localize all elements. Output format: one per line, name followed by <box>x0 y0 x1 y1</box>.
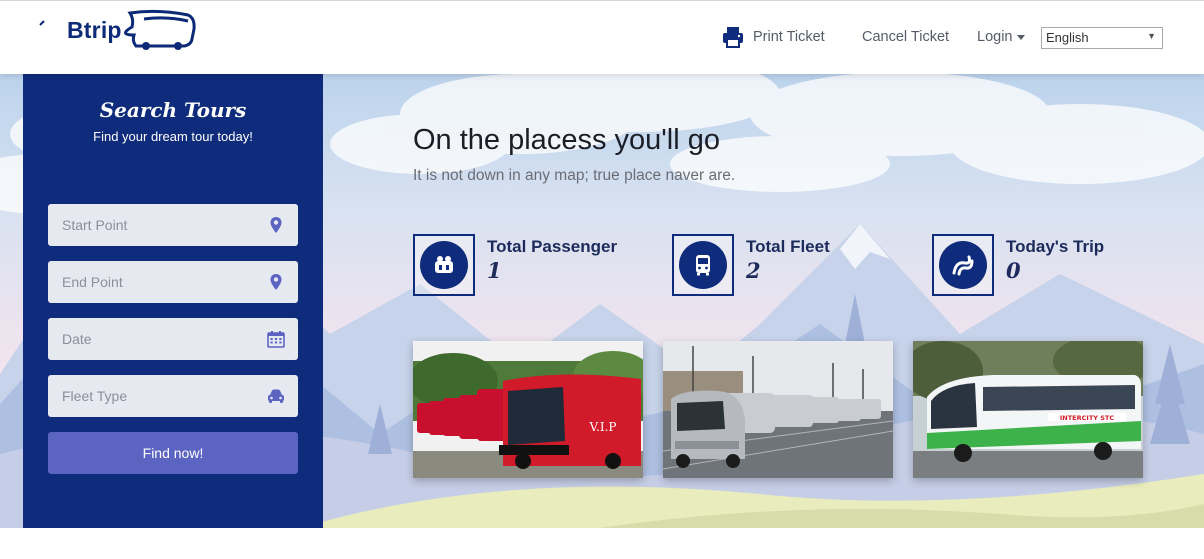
stat-icon-box <box>932 234 994 296</box>
start-point-placeholder: Start Point <box>62 217 128 233</box>
passenger-icon <box>435 256 453 273</box>
stat-label: Total Fleet <box>746 237 830 256</box>
select-arrow-icon: ▼ <box>1147 31 1156 41</box>
hero-headline: On the placess you'll go <box>413 124 720 156</box>
end-point-input[interactable]: End Point <box>48 261 298 303</box>
map-pin-icon <box>270 274 282 290</box>
map-pin-icon <box>270 217 282 233</box>
calendar-icon <box>267 331 285 348</box>
footer-strip <box>0 528 1204 559</box>
print-ticket-label: Print Ticket <box>753 29 825 45</box>
search-subtitle: Find your dream tour today! <box>93 129 253 144</box>
find-now-button[interactable]: Find now! <box>48 432 298 474</box>
stat-icon-circle <box>679 241 727 289</box>
start-point-input[interactable]: Start Point <box>48 204 298 246</box>
bus-livery-text: INTERCITY STC <box>1060 414 1114 422</box>
stat-total-fleet: Total Fleet 2 <box>672 234 902 296</box>
cancel-ticket-link[interactable]: Cancel Ticket <box>862 29 949 45</box>
stat-value: 0 <box>1006 258 1021 283</box>
end-point-placeholder: End Point <box>62 274 123 290</box>
stat-total-passenger: Total Passenger 1 <box>413 234 643 296</box>
road-icon <box>952 255 974 276</box>
stat-icon-box <box>672 234 734 296</box>
search-tours-panel: Search Tours Find your dream tour today!… <box>23 74 323 528</box>
date-placeholder: Date <box>62 331 92 347</box>
stat-icon-circle <box>939 241 987 289</box>
caret-down-icon <box>1017 35 1026 40</box>
cancel-ticket-link-wrap: Cancel Ticket <box>862 1 949 75</box>
van-fleet-image <box>663 341 893 478</box>
brand-logo[interactable]: Btrip <box>38 5 198 51</box>
photo-red-buses[interactable]: V.I.P <box>413 341 643 478</box>
hero-subheadline: It is not down in any map; true place na… <box>413 167 736 184</box>
login-dropdown[interactable]: Login <box>977 29 1026 45</box>
car-icon <box>268 389 284 403</box>
stat-label: Total Passenger <box>487 237 618 256</box>
bus-icon <box>696 255 710 276</box>
photo-white-vans[interactable] <box>663 341 893 478</box>
stat-icon-circle <box>420 241 468 289</box>
print-ticket-link-wrap: Print Ticket <box>721 1 825 75</box>
fleet-type-placeholder: Fleet Type <box>62 388 128 404</box>
stat-icon-box <box>413 234 475 296</box>
login-label: Login <box>977 29 1013 45</box>
stat-todays-trip: Today's Trip 0 <box>932 234 1162 296</box>
stat-value: 1 <box>487 258 502 283</box>
fleet-type-select[interactable]: Fleet Type <box>48 375 298 417</box>
top-navbar: Btrip Print Ticket Cancel Ticket Login E… <box>0 0 1204 74</box>
search-title: Search Tours <box>99 98 247 122</box>
language-select[interactable]: English ▼ <box>1041 27 1163 49</box>
photo-intercity-bus[interactable]: INTERCITY STC <box>913 341 1143 478</box>
stat-label: Today's Trip <box>1006 237 1105 256</box>
stat-value: 2 <box>746 258 761 283</box>
brand-name: Btrip <box>67 17 122 43</box>
print-ticket-link[interactable]: Print Ticket <box>721 25 825 49</box>
intercity-bus-image: INTERCITY STC <box>913 341 1143 478</box>
printer-icon <box>723 27 743 48</box>
date-input[interactable]: Date <box>48 318 298 360</box>
login-menu-wrap: Login <box>977 1 1026 75</box>
bus-livery-text: V.I.P <box>588 420 616 434</box>
language-selected: English <box>1046 30 1089 45</box>
red-bus-fleet-image: V.I.P <box>413 341 643 478</box>
